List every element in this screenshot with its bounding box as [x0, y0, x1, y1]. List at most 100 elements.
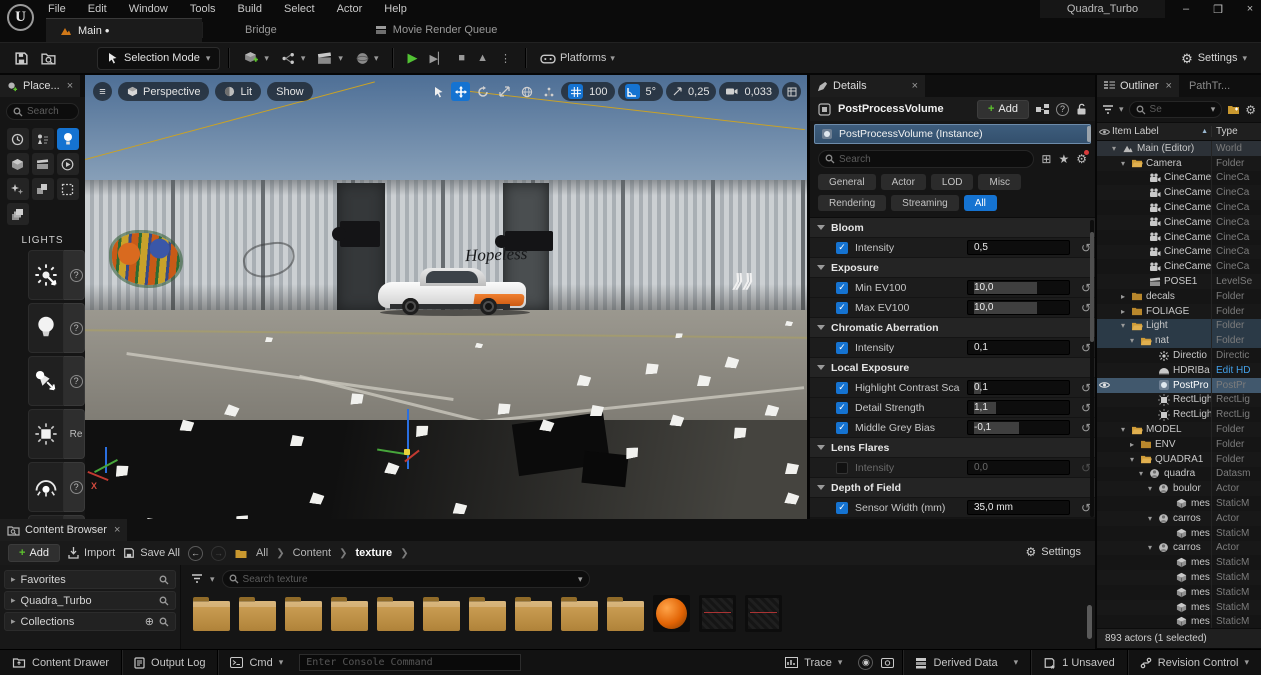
expander-arrow-icon[interactable]: ▾ — [1139, 469, 1148, 478]
cb-folder-tile[interactable] — [193, 601, 230, 631]
property-value-field[interactable]: -0,1 — [967, 420, 1070, 435]
select-tool-icon[interactable] — [429, 82, 448, 101]
platforms-dropdown[interactable]: Platforms▾ — [534, 46, 621, 70]
place-category-visual-effects[interactable] — [7, 178, 29, 200]
tab-bridge[interactable]: Bridge — [231, 18, 291, 42]
outliner-settings-icon[interactable]: ⚙ — [1245, 104, 1256, 116]
property-value-field[interactable]: 35,0 mm — [967, 500, 1070, 515]
property-checkbox[interactable]: ✓ — [836, 282, 848, 294]
property-value-field[interactable]: 0,1 — [967, 380, 1070, 395]
expander-arrow-icon[interactable]: ▸ — [11, 616, 16, 627]
property-value-field[interactable]: 0,0 — [967, 460, 1070, 475]
menu-edit[interactable]: Edit — [88, 3, 107, 15]
visibility-eye-icon[interactable] — [1097, 381, 1112, 389]
expander-arrow-icon[interactable]: ▸ — [11, 595, 16, 606]
item-label-column-header[interactable]: Item Label — [1112, 126, 1201, 137]
property-checkbox[interactable]: ✓ — [836, 502, 848, 514]
unreal-logo-icon[interactable]: U — [7, 4, 34, 31]
outliner-row[interactable]: ▾LightFolder — [1097, 319, 1261, 334]
outliner-row[interactable]: ▾boulorActor — [1097, 481, 1261, 496]
category-header[interactable]: Depth of Field — [810, 478, 1095, 498]
outliner-row[interactable]: mesStaticM — [1097, 555, 1261, 570]
property-value-field[interactable]: 1,1 — [967, 400, 1070, 415]
expander-arrow-icon[interactable]: ▾ — [1148, 514, 1157, 523]
cb-search[interactable]: ▾ — [222, 570, 590, 588]
details-settings-icon[interactable]: ⚙ — [1076, 152, 1087, 166]
category-header[interactable]: Local Exposure — [810, 358, 1095, 378]
trace-dropdown[interactable]: Trace▾ — [773, 650, 854, 675]
play-options-button[interactable]: ⋮ — [494, 46, 517, 70]
outliner-row[interactable]: CineCameCineCa — [1097, 259, 1261, 274]
outliner-row[interactable]: ▸FOLIAGEFolder — [1097, 304, 1261, 319]
expander-arrow-icon[interactable]: ▸ — [11, 574, 16, 585]
close-button[interactable]: × — [1236, 0, 1261, 18]
cb-sidebar-favorites[interactable]: ▸Favorites — [4, 570, 176, 589]
filter-chip-lod[interactable]: LOD — [931, 174, 974, 190]
cinematics-dropdown[interactable]: ▾ — [311, 46, 349, 70]
outliner-row[interactable]: mesStaticM — [1097, 615, 1261, 629]
place-actors-tab[interactable]: Place... × — [0, 75, 80, 97]
lit-dropdown[interactable]: Lit — [215, 82, 261, 101]
component-instance-row[interactable]: PostProcessVolume (Instance) — [814, 124, 1091, 144]
place-search-input[interactable] — [27, 106, 72, 117]
outliner-row[interactable]: mesStaticM — [1097, 496, 1261, 511]
expander-arrow-icon[interactable]: ▾ — [1121, 321, 1130, 330]
property-value-field[interactable]: 10,0 — [967, 300, 1070, 315]
forward-button[interactable]: → — [211, 546, 226, 561]
outliner-row[interactable]: mesStaticM — [1097, 600, 1261, 615]
help-icon[interactable]: ? — [1056, 103, 1069, 116]
console-input[interactable] — [306, 657, 514, 668]
outliner-row[interactable]: CineCameCineCa — [1097, 171, 1261, 186]
outliner-search-input[interactable] — [1150, 104, 1207, 115]
outliner-row[interactable]: ▸decalsFolder — [1097, 289, 1261, 304]
menu-actor[interactable]: Actor — [337, 3, 363, 15]
expander-arrow-icon[interactable]: ▸ — [1121, 292, 1130, 301]
camera-speed-control[interactable]: 0,033 — [719, 82, 779, 101]
cmd-dropdown[interactable]: Cmd▾ — [218, 650, 295, 675]
property-value-field[interactable]: 0,1 — [967, 340, 1070, 355]
tab-movie-render-queue[interactable]: Movie Render Queue — [361, 18, 512, 42]
cb-folder-tile[interactable] — [515, 601, 552, 631]
property-checkbox[interactable] — [836, 462, 848, 474]
scale-tool-icon[interactable] — [495, 82, 514, 101]
menu-file[interactable]: File — [48, 3, 66, 15]
outliner-row[interactable]: PostProPostPr — [1097, 378, 1261, 393]
visibility-column-icon[interactable] — [1097, 128, 1112, 136]
chevron-down-icon[interactable]: ▾ — [578, 574, 583, 585]
property-value-field[interactable]: 10,0 — [967, 280, 1070, 295]
minimize-button[interactable]: – — [1172, 0, 1200, 18]
cb-folder-tile[interactable] — [285, 601, 322, 631]
place-category-shapes[interactable] — [7, 153, 29, 175]
property-checkbox[interactable]: ✓ — [836, 342, 848, 354]
type-column-header[interactable]: Type — [1211, 126, 1261, 137]
breadcrumb-content[interactable]: Content — [293, 547, 332, 559]
outliner-row[interactable]: CineCameCineCa — [1097, 245, 1261, 260]
cb-save-all-button[interactable]: Save All — [123, 547, 180, 559]
cb-filter-icon[interactable] — [191, 574, 203, 584]
property-checkbox[interactable]: ✓ — [836, 422, 848, 434]
menu-tools[interactable]: Tools — [190, 3, 216, 15]
place-item-point-light[interactable]: ? — [28, 303, 85, 353]
outliner-row[interactable]: CineCameCineCa — [1097, 230, 1261, 245]
add-collection-icon[interactable]: ⊕ — [145, 615, 154, 628]
outliner-row[interactable]: POSE1LevelSe — [1097, 274, 1261, 289]
expander-arrow-icon[interactable]: ▾ — [1148, 543, 1157, 552]
outliner-row[interactable]: mesStaticM — [1097, 526, 1261, 541]
insights-button[interactable]: ◉ — [854, 650, 877, 675]
menu-help[interactable]: Help — [384, 3, 407, 15]
outliner-row[interactable]: ▾MODELFolder — [1097, 422, 1261, 437]
chevron-down-icon[interactable]: ▾ — [210, 574, 215, 585]
console-input-box[interactable] — [299, 654, 521, 671]
maximize-viewport-icon[interactable] — [782, 82, 801, 101]
blueprints-dropdown[interactable]: ▾ — [275, 46, 312, 70]
place-category-geometry[interactable] — [32, 178, 54, 200]
cb-folder-tile[interactable] — [377, 601, 414, 631]
menu-window[interactable]: Window — [129, 3, 168, 15]
details-scrollbar-thumb[interactable] — [1090, 232, 1094, 342]
place-item-directional-light[interactable]: ? — [28, 250, 85, 300]
add-actor-dropdown[interactable]: ▾ — [237, 46, 275, 70]
property-checkbox[interactable]: ✓ — [836, 242, 848, 254]
world-space-icon[interactable] — [517, 82, 536, 101]
property-checkbox[interactable]: ✓ — [836, 382, 848, 394]
place-category-all-classes[interactable] — [7, 203, 29, 225]
